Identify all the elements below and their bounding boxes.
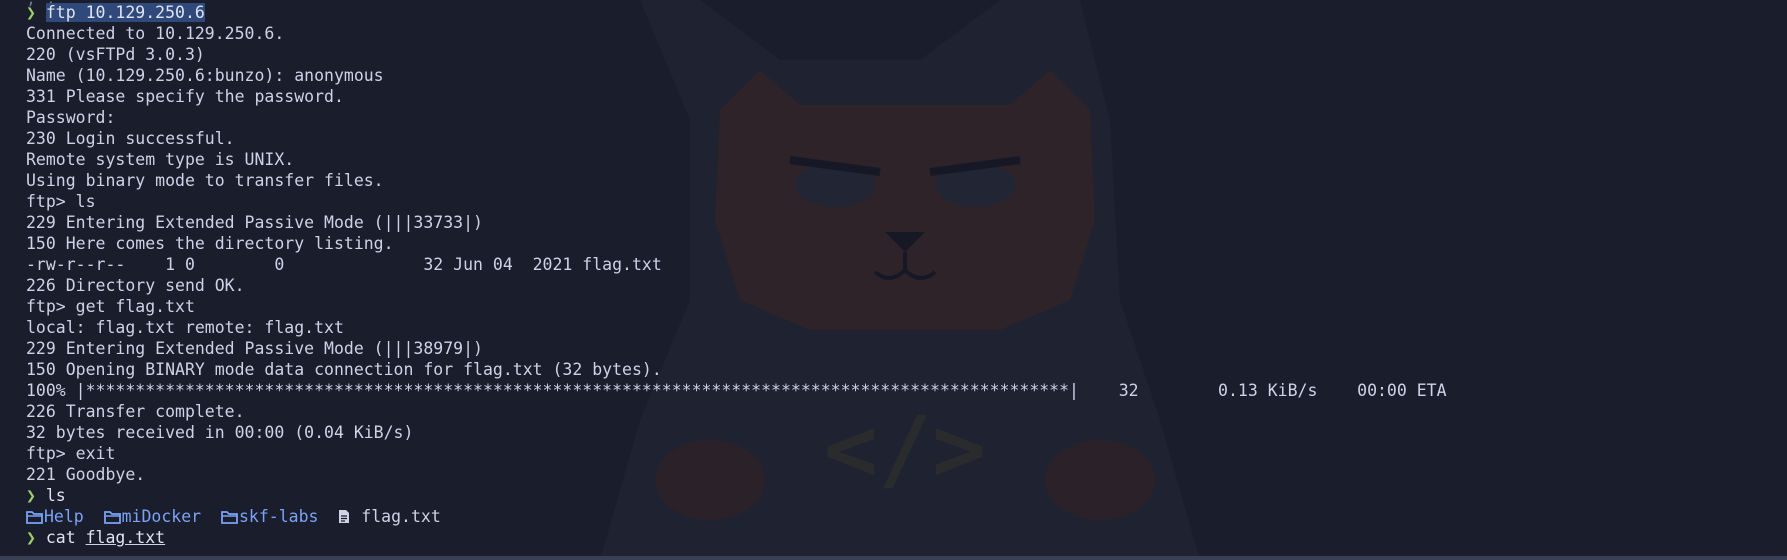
directory-entry[interactable]: Help — [26, 507, 84, 526]
entry-name: miDocker — [121, 507, 202, 526]
window-bottom-edge — [0, 556, 1787, 560]
prompt-line: ❯ ftp 10.129.250.6 — [26, 2, 205, 23]
output-line: 100% |**********************************… — [26, 381, 1447, 400]
prompt-line: ❯ cat flag.txt — [26, 527, 165, 548]
command-text[interactable]: ftp 10.129.250.6 — [45, 3, 205, 22]
ls-output-line: Help miDocker skf-labs flag.txt — [26, 506, 441, 527]
entry-name: skf-labs — [238, 507, 319, 526]
output-line: ftp> ls — [26, 192, 96, 211]
command-text[interactable]: cat — [46, 528, 76, 547]
output-line: local: flag.txt remote: flag.txt — [26, 318, 344, 337]
output-line: 150 Opening BINARY mode data connection … — [26, 360, 662, 379]
file-entry[interactable]: flag.txt — [338, 507, 441, 529]
entry-name: flag.txt — [361, 507, 441, 526]
terminal-output[interactable]: , , ❯ ftp 10.129.250.6Connected to 10.12… — [26, 0, 1787, 560]
directory-entry[interactable]: skf-labs — [221, 507, 318, 526]
output-line: 226 Directory send OK. — [26, 276, 245, 295]
output-line: 221 Goodbye. — [26, 465, 146, 484]
file-icon — [338, 508, 350, 529]
output-line: ftp> get flag.txt — [26, 297, 195, 316]
output-line: 226 Transfer complete. — [26, 402, 245, 421]
output-line: ftp> exit — [26, 444, 116, 463]
output-line: Connected to 10.129.250.6. — [26, 24, 285, 43]
prompt-symbol: ❯ — [26, 486, 36, 505]
prompt-symbol: ❯ — [26, 3, 36, 22]
output-line: Password: — [26, 108, 116, 127]
output-line: Using binary mode to transfer files. — [26, 171, 384, 190]
output-line: Remote system type is UNIX. — [26, 150, 295, 169]
command-argument[interactable]: flag.txt — [86, 528, 165, 547]
output-line: 229 Entering Extended Passive Mode (|||3… — [26, 213, 483, 232]
output-line: 220 (vsFTPd 3.0.3) — [26, 45, 205, 64]
folder-icon — [26, 508, 43, 529]
prompt-symbol: ❯ — [26, 528, 36, 547]
output-line: 230 Login successful. — [26, 129, 235, 148]
output-line: 32 bytes received in 00:00 (0.04 KiB/s) — [26, 423, 414, 442]
entry-name: Help — [44, 507, 84, 526]
command-text[interactable]: ls — [46, 486, 66, 505]
folder-icon — [221, 508, 238, 529]
output-line: 331 Please specify the password. — [26, 87, 344, 106]
folder-icon — [103, 508, 121, 529]
prompt-line: ❯ ls — [26, 485, 66, 506]
output-line: Name (10.129.250.6:bunzo): anonymous — [26, 66, 384, 85]
output-line: 150 Here comes the directory listing. — [26, 234, 394, 253]
directory-entry[interactable]: miDocker — [103, 507, 202, 529]
output-line: 229 Entering Extended Passive Mode (|||3… — [26, 339, 483, 358]
output-line: -rw-r--r-- 1 0 0 32 Jun 04 2021 flag.txt — [26, 255, 662, 274]
